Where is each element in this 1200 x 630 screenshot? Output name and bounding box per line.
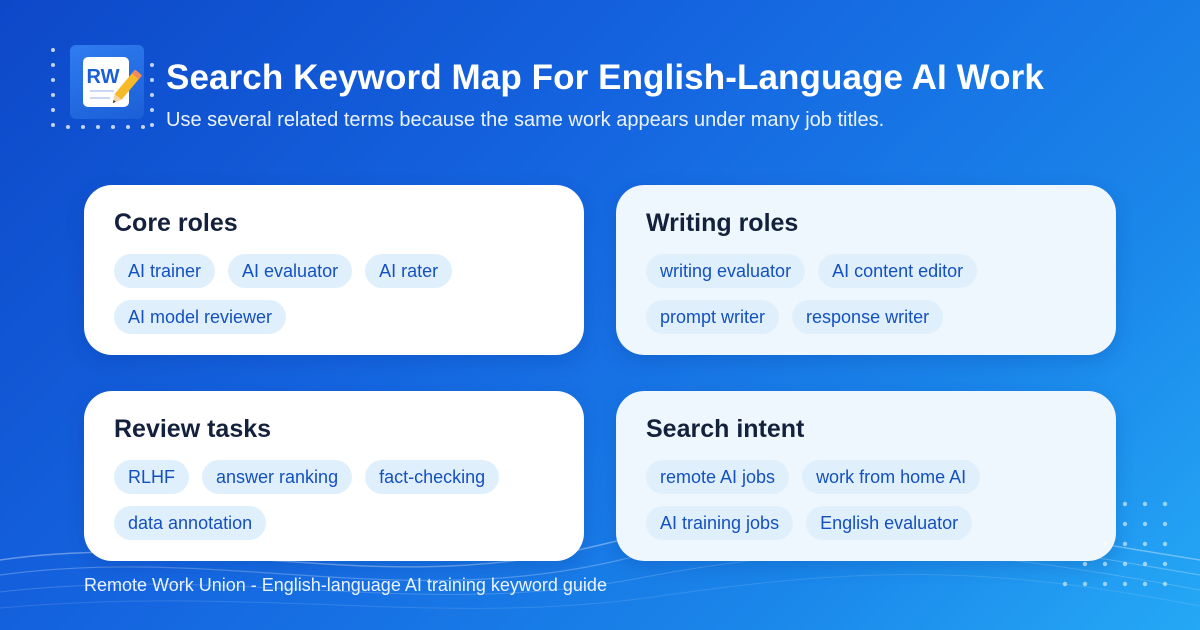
keyword-chip: work from home AI (802, 460, 981, 494)
decorative-dot-grid (1062, 501, 1168, 587)
card-title: Search intent (646, 415, 805, 443)
keyword-chip: English evaluator (806, 506, 973, 540)
keyword-chip: AI evaluator (228, 254, 353, 288)
keyword-chip: AI model reviewer (114, 300, 287, 334)
keyword-chip-list: writing evaluator AI content editor prom… (646, 254, 1086, 334)
logo: RW (70, 45, 144, 119)
keyword-chip: fact-checking (365, 460, 500, 494)
keyword-chip: prompt writer (646, 300, 780, 334)
keyword-chip: AI trainer (114, 254, 216, 288)
card-title: Review tasks (114, 415, 272, 443)
keyword-chip-list: AI trainer AI evaluator AI rater AI mode… (114, 254, 554, 334)
keyword-chip: data annotation (114, 506, 267, 540)
keyword-chip-list: RLHF answer ranking fact-checking data a… (114, 460, 554, 540)
logo-text-layer: RW (87, 66, 120, 88)
card-title: Writing roles (646, 209, 799, 237)
page-subtitle: Use several related terms because the sa… (166, 109, 885, 131)
page-title: Search Keyword Map For English-Language … (166, 58, 1044, 97)
card-core-roles: Core roles AI trainer AI evaluator AI ra… (84, 185, 584, 355)
keyword-chip: RLHF (114, 460, 190, 494)
card-title: Core roles (114, 209, 238, 237)
keyword-chip: remote AI jobs (646, 460, 790, 494)
card-search-intent: Search intent remote AI jobs work from h… (616, 391, 1116, 561)
keyword-chip: AI content editor (818, 254, 978, 288)
keyword-chip: AI rater (365, 254, 453, 288)
keyword-chip: AI training jobs (646, 506, 794, 540)
keyword-chip-list: remote AI jobs work from home AI AI trai… (646, 460, 1086, 540)
keyword-chip: response writer (792, 300, 944, 334)
keyword-chip: writing evaluator (646, 254, 806, 288)
footer-caption: Remote Work Union - English-language AI … (84, 575, 607, 595)
keyword-chip: answer ranking (202, 460, 353, 494)
logo-block: RW (50, 45, 155, 130)
card-writing-roles: Writing roles writing evaluator AI conte… (616, 185, 1116, 355)
svg-text:RW: RW (87, 66, 120, 88)
card-review-tasks: Review tasks RLHF answer ranking fact-ch… (84, 391, 584, 561)
